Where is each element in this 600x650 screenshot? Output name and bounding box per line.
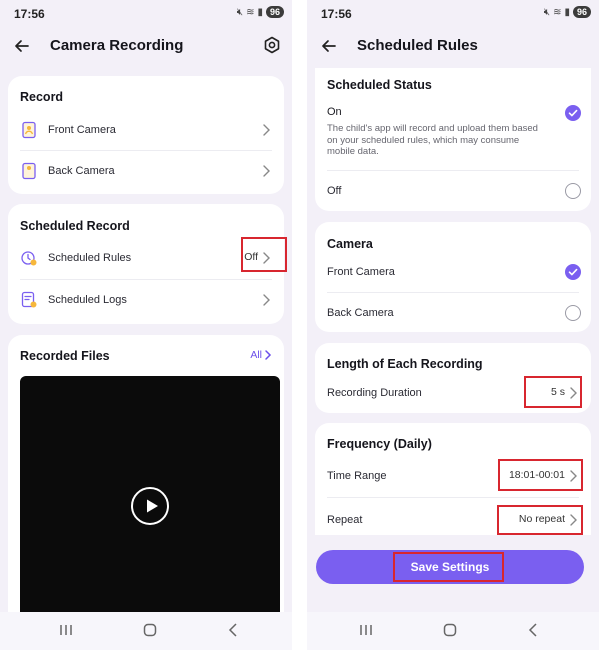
status-off-label: Off bbox=[327, 185, 342, 197]
back-camera-option[interactable]: Back Camera bbox=[327, 293, 581, 333]
back-camera-icon bbox=[22, 162, 36, 180]
all-files-link[interactable]: All bbox=[250, 349, 262, 361]
status-time: 17:56 bbox=[321, 7, 352, 21]
clock-settings-icon bbox=[21, 251, 37, 266]
front-camera-icon bbox=[22, 121, 36, 139]
frequency-title: Frequency (Daily) bbox=[327, 437, 432, 451]
app-bar: Scheduled Rules bbox=[307, 28, 599, 64]
video-thumbnail[interactable] bbox=[20, 376, 280, 612]
back-camera-row[interactable]: Back Camera bbox=[20, 151, 272, 191]
back-arrow-icon[interactable] bbox=[12, 36, 32, 56]
page-title: Scheduled Rules bbox=[357, 37, 478, 54]
check-icon bbox=[568, 268, 578, 276]
front-camera-label: Front Camera bbox=[48, 124, 116, 136]
signal-icon: ▮ bbox=[564, 6, 570, 18]
back-camera-radio[interactable] bbox=[565, 305, 581, 321]
recent-apps-icon[interactable] bbox=[358, 622, 374, 638]
chevron-right-icon bbox=[263, 124, 270, 136]
chevron-right-icon bbox=[265, 350, 272, 360]
back-camera-label: Back Camera bbox=[48, 165, 115, 177]
page-title: Camera Recording bbox=[50, 37, 184, 54]
status-bar: 17:56 🔇︎ ≋ ▮ 96 bbox=[307, 0, 599, 28]
recording-length-title: Length of Each Recording bbox=[327, 357, 483, 371]
status-on-description: The child's app will record and upload t… bbox=[327, 123, 538, 157]
camera-card: Camera Front Camera Back Camera bbox=[315, 222, 591, 332]
battery-badge: 96 bbox=[265, 6, 284, 18]
record-card-title: Record bbox=[20, 90, 64, 104]
scheduled-logs-row[interactable]: Scheduled Logs bbox=[20, 280, 272, 320]
signal-icon: ▮ bbox=[257, 6, 263, 18]
scheduled-record-title: Scheduled Record bbox=[20, 219, 130, 233]
highlight-box bbox=[497, 505, 583, 535]
back-camera-label: Back Camera bbox=[327, 307, 394, 319]
mute-icon: 🔇︎ bbox=[236, 6, 244, 18]
nav-back-icon[interactable] bbox=[226, 622, 242, 638]
highlight-box bbox=[498, 459, 583, 491]
status-off-radio[interactable] bbox=[565, 183, 581, 199]
highlight-box bbox=[524, 376, 582, 408]
back-arrow-icon[interactable] bbox=[319, 36, 339, 56]
front-camera-option[interactable]: Front Camera bbox=[327, 252, 581, 292]
highlight-box bbox=[393, 552, 504, 582]
chevron-right-icon bbox=[263, 165, 270, 177]
home-icon[interactable] bbox=[442, 622, 458, 638]
nav-back-icon[interactable] bbox=[526, 622, 542, 638]
record-card: Record Front Camera Back Camera bbox=[8, 76, 284, 194]
front-camera-label: Front Camera bbox=[327, 266, 395, 278]
status-on-label: On bbox=[327, 106, 342, 118]
status-on-radio[interactable] bbox=[565, 105, 581, 121]
gear-icon[interactable] bbox=[262, 35, 282, 55]
chevron-right-icon bbox=[263, 294, 270, 306]
status-icons: 🔇︎ ≋ ▮ 96 bbox=[544, 6, 591, 18]
play-icon bbox=[147, 499, 158, 513]
time-range-label: Time Range bbox=[327, 470, 387, 482]
wifi-icon: ≋ bbox=[553, 6, 562, 18]
divider bbox=[327, 497, 579, 498]
app-bar: Camera Recording bbox=[0, 28, 292, 64]
system-nav-bar bbox=[307, 612, 599, 650]
home-icon[interactable] bbox=[142, 622, 158, 638]
status-on-option[interactable]: On The child's app will record and uploa… bbox=[327, 100, 581, 170]
scheduled-rules-row[interactable]: Scheduled Rules Off bbox=[20, 238, 272, 278]
logs-icon bbox=[21, 291, 37, 308]
status-icons: 🔇︎ ≋ ▮ 96 bbox=[237, 6, 284, 18]
recorded-files-title: Recorded Files bbox=[20, 349, 110, 363]
system-nav-bar bbox=[0, 612, 292, 650]
camera-card-title: Camera bbox=[327, 237, 373, 251]
scheduled-rules-screen: 17:56 🔇︎ ≋ ▮ 96 Scheduled Rules Schedule… bbox=[307, 0, 599, 650]
scheduled-logs-label: Scheduled Logs bbox=[48, 294, 127, 306]
repeat-label: Repeat bbox=[327, 514, 363, 526]
recent-apps-icon[interactable] bbox=[58, 622, 74, 638]
highlight-box bbox=[241, 237, 287, 272]
scheduled-status-title: Scheduled Status bbox=[327, 78, 432, 92]
scheduled-rules-label: Scheduled Rules bbox=[48, 252, 132, 264]
status-bar: 17:56 🔇︎ ≋ ▮ 96 bbox=[0, 0, 292, 28]
camera-recording-screen: 17:56 🔇︎ ≋ ▮ 96 Camera Recording Record … bbox=[0, 0, 292, 650]
recording-duration-label: Recording Duration bbox=[327, 387, 422, 399]
play-button[interactable] bbox=[131, 487, 169, 525]
check-icon bbox=[568, 109, 578, 117]
front-camera-row[interactable]: Front Camera bbox=[20, 110, 272, 150]
status-off-option[interactable]: Off bbox=[327, 171, 581, 211]
front-camera-radio[interactable] bbox=[565, 264, 581, 280]
mute-icon: 🔇︎ bbox=[543, 6, 551, 18]
scheduled-status-card: Scheduled Status On The child's app will… bbox=[315, 68, 591, 211]
wifi-icon: ≋ bbox=[246, 6, 255, 18]
status-time: 17:56 bbox=[14, 7, 45, 21]
battery-badge: 96 bbox=[572, 6, 591, 18]
